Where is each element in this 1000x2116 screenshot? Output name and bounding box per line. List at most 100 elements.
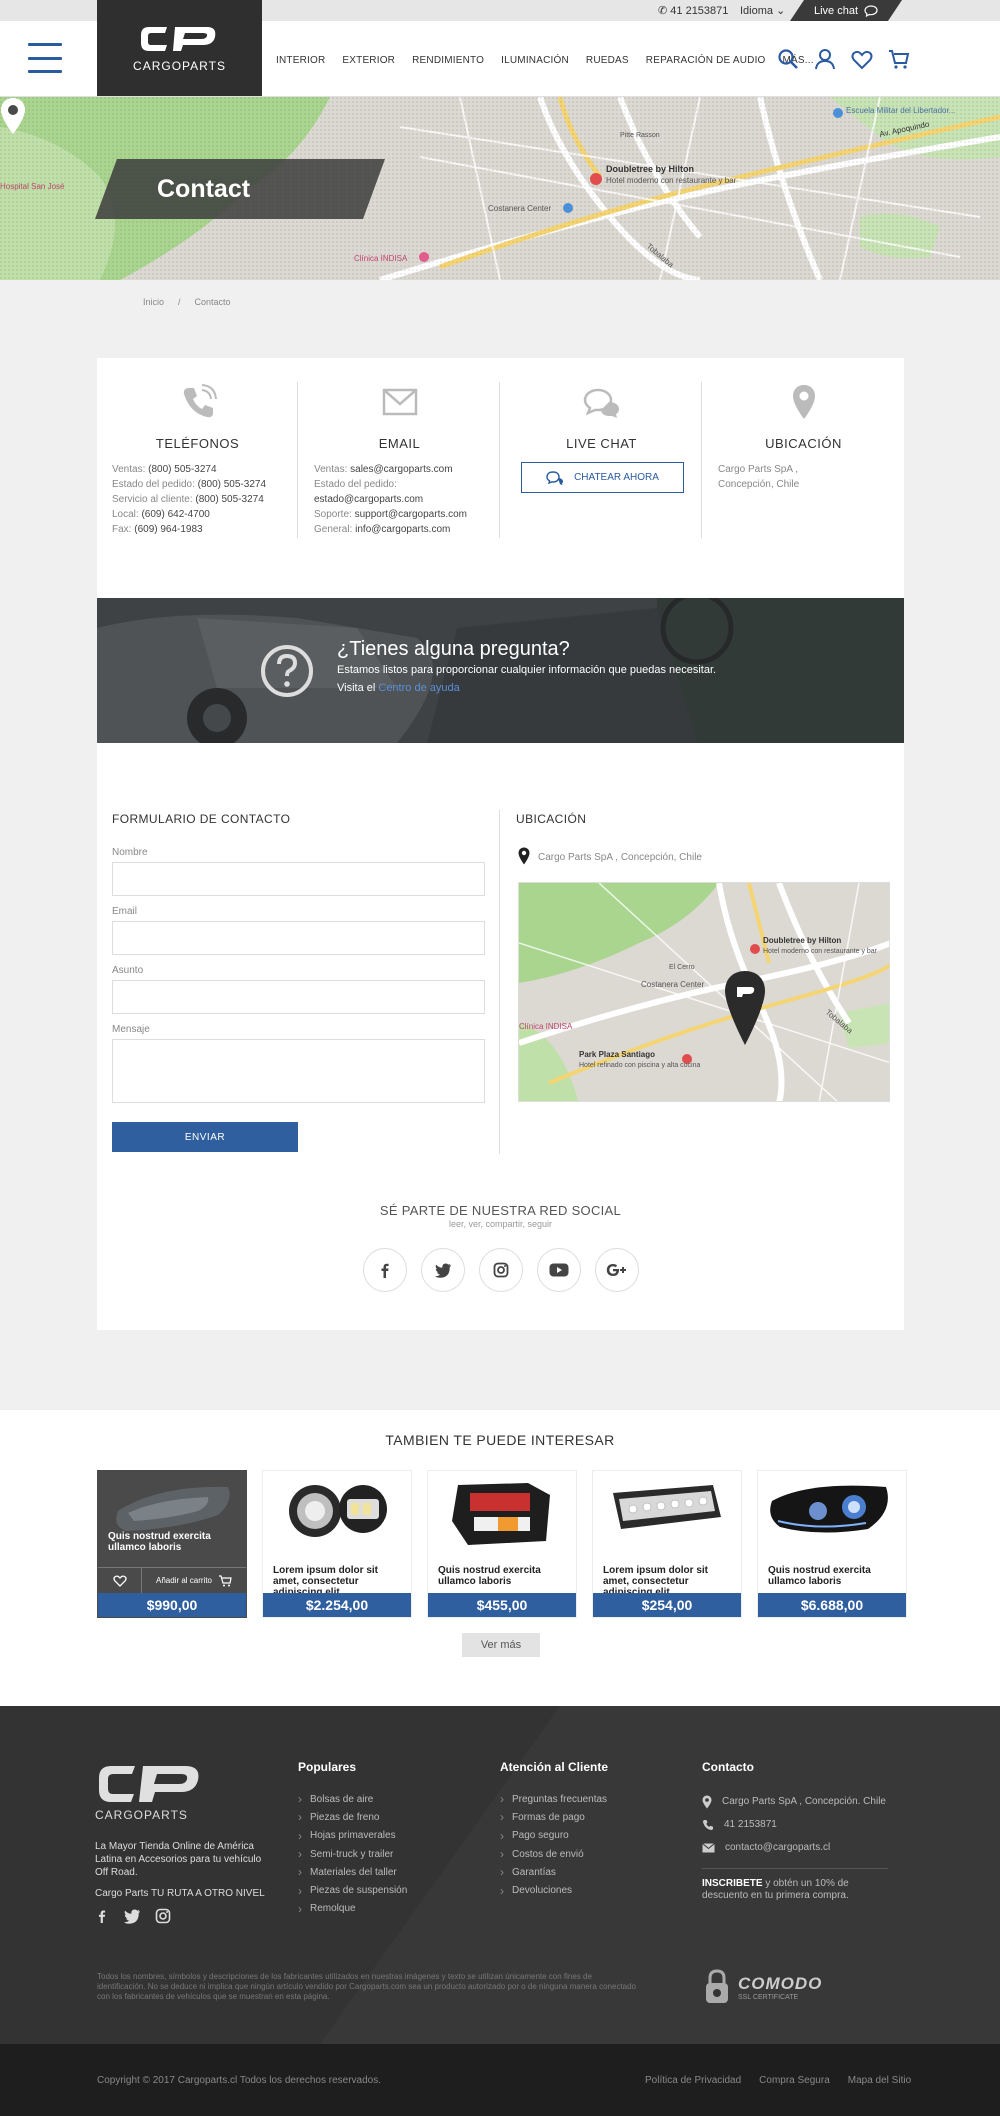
product-name: Quis nostrud exercita ullamco laboris — [108, 1531, 211, 1553]
breadcrumb-home[interactable]: Inicio — [143, 297, 164, 307]
legal-disclaimer: Todos los nombres, símbolos y descripcio… — [97, 1972, 637, 2001]
map-pin-icon — [702, 1795, 712, 1808]
footer-link[interactable]: Preguntas frecuentas — [500, 1790, 607, 1808]
menu-icon[interactable] — [28, 43, 62, 73]
google-plus-icon[interactable] — [595, 1248, 639, 1292]
footer-logo-text: CARGOPARTS — [95, 1808, 188, 1822]
name-input[interactable] — [112, 862, 485, 896]
ssl-badge: COMODO SSL CERTIFICATE — [702, 1968, 822, 2006]
secure-purchase-link[interactable]: Compra Segura — [759, 2075, 830, 2086]
footer-separator — [702, 1868, 888, 1869]
subscribe-text[interactable]: INSCRIBETE y obtén un 10% de descuento e… — [702, 1878, 892, 1902]
footer-phone[interactable]: 41 2153871 — [702, 1813, 886, 1836]
user-icon[interactable] — [813, 47, 837, 71]
hero-map-label-escuela: Escuela Militar del Libertador... — [846, 106, 955, 115]
social-title: SÉ PARTE DE NUESTRA RED SOCIAL — [379, 1203, 622, 1218]
customer-service-title: Atención al Cliente — [500, 1760, 609, 1774]
phones-title: TELÉFONOS — [155, 436, 240, 451]
copyright: Copyright © 2017 Cargoparts.cl Todos los… — [97, 2075, 381, 2086]
map-label-hotel-desc: Hotel moderno con restaurante y bar — [763, 948, 878, 955]
youtube-icon[interactable] — [537, 1248, 581, 1292]
location-map[interactable]: Doubletree by Hilton Hotel moderno con r… — [518, 882, 890, 1102]
help-banner: ¿Tienes alguna pregunta? Estamos listos … — [97, 598, 904, 743]
facebook-icon[interactable] — [363, 1248, 407, 1292]
nav-item-interior[interactable]: INTERIOR — [276, 55, 325, 66]
map-pin-icon — [792, 385, 815, 419]
contact-methods: TELÉFONOS Ventas: (800) 505-3274 Estado … — [97, 382, 904, 542]
social-links — [363, 1248, 639, 1292]
nav-item-audio[interactable]: REPARACIÓN DE AUDIO — [646, 55, 766, 66]
nav-item-ruedas[interactable]: RUEDAS — [586, 55, 629, 66]
email-input[interactable] — [112, 921, 485, 955]
heart-icon[interactable] — [98, 1567, 142, 1594]
twitter-icon[interactable] — [421, 1248, 465, 1292]
product-name: Quis nostrud exercita ullamco laboris — [438, 1565, 541, 1587]
product-card[interactable]: Lorem ipsum dolor sit amet, consectetur … — [592, 1470, 742, 1618]
map-label-indisa: Clínica INDISA — [519, 1022, 573, 1031]
product-card[interactable]: Lorem ipsum dolor sit amet, consectetur … — [262, 1470, 412, 1618]
product-image-projector-headlight — [770, 1485, 888, 1533]
product-card[interactable]: Quis nostrud exercita ullamco laboris $6… — [757, 1470, 907, 1618]
heart-icon[interactable] — [850, 47, 874, 71]
help-visit: Visita el Centro de ayuda — [337, 682, 460, 694]
footer-email[interactable]: contacto@cargoparts.cl — [702, 1836, 886, 1859]
map-label-park-plaza: Park Plaza Santiago — [579, 1050, 655, 1059]
live-chat-column: LIVE CHAT CHATEAR AHORA — [501, 382, 702, 538]
footer-link[interactable]: Semi-truck y trailer — [298, 1845, 407, 1863]
footer-link[interactable]: Piezas de freno — [298, 1808, 407, 1826]
map-label-el-cerro: El Cerro — [669, 964, 695, 971]
product-price: $990,00 — [98, 1593, 246, 1617]
message-textarea[interactable] — [112, 1039, 485, 1103]
legal-links: Política de Privacidad Compra Segura Map… — [645, 2075, 911, 2086]
envelope-icon — [702, 1842, 715, 1852]
subject-input[interactable] — [112, 980, 485, 1014]
search-icon[interactable] — [776, 47, 800, 71]
logo[interactable]: CARGOPARTS — [97, 0, 262, 96]
product-price: $254,00 — [593, 1593, 741, 1617]
email-line: Soporte: support@cargoparts.com — [314, 509, 468, 520]
message-label: Mensaje — [112, 1024, 150, 1035]
chat-now-button[interactable]: CHATEAR AHORA — [521, 462, 684, 493]
footer-link[interactable]: Materiales del taller — [298, 1863, 407, 1881]
phone-line: Fax: (609) 964-1983 — [112, 524, 203, 535]
footer-link[interactable]: Formas de pago — [500, 1808, 607, 1826]
question-circle-icon — [261, 645, 313, 697]
product-price: $6.688,00 — [758, 1593, 906, 1617]
footer-link[interactable]: Devoluciones — [500, 1881, 607, 1899]
footer-link[interactable]: Remolque — [298, 1900, 407, 1918]
instagram-icon[interactable] — [479, 1248, 523, 1292]
language-selector[interactable]: Idioma ⌄ — [740, 4, 785, 17]
email-label: Email — [112, 906, 138, 917]
facebook-icon[interactable] — [95, 1908, 109, 1924]
privacy-link[interactable]: Política de Privacidad — [645, 2075, 741, 2086]
nav-item-iluminacion[interactable]: ILUMINACIÓN — [501, 55, 569, 66]
nav-item-rendimiento[interactable]: RENDIMIENTO — [412, 55, 484, 66]
footer-link[interactable]: Hojas primaverales — [298, 1827, 407, 1845]
footer-link[interactable]: Piezas de suspensión — [298, 1881, 407, 1899]
footer-link[interactable]: Bolsas de aire — [298, 1790, 407, 1808]
phone-icon — [183, 384, 217, 418]
instagram-icon[interactable] — [155, 1908, 171, 1924]
footer-logo[interactable] — [95, 1762, 205, 1808]
topbar-phone[interactable]: ✆ 41 2153871 — [658, 4, 728, 17]
padlock-icon — [706, 1969, 728, 2003]
send-button[interactable]: ENVIAR — [112, 1122, 298, 1152]
ssl-brand: COMODO — [738, 1973, 823, 1993]
footer-link[interactable]: Garantías — [500, 1863, 607, 1881]
location-pin-icon — [1, 98, 25, 134]
twitter-icon[interactable] — [123, 1908, 141, 1924]
footer-link[interactable]: Costos de envió — [500, 1845, 607, 1863]
breadcrumb-separator: / — [178, 297, 181, 307]
product-card[interactable]: Quis nostrud exercita ullamco laboris $4… — [427, 1470, 577, 1618]
footer-link[interactable]: Pago seguro — [500, 1827, 607, 1845]
popular-list: Bolsas de aire Piezas de freno Hojas pri… — [298, 1790, 407, 1918]
product-card[interactable]: Quis nostrud exercita ullamco laboris Añ… — [97, 1470, 247, 1618]
live-chat-button[interactable]: Live chat — [790, 0, 902, 21]
nav-item-exterior[interactable]: EXTERIOR — [342, 55, 395, 66]
see-more-button[interactable]: Ver más — [462, 1633, 540, 1657]
cart-icon[interactable] — [887, 47, 911, 71]
sitemap-link[interactable]: Mapa del Sitio — [848, 2075, 911, 2086]
help-center-link[interactable]: Centro de ayuda — [378, 682, 459, 694]
phone-icon: ✆ — [658, 5, 671, 17]
add-to-cart-button[interactable]: Añadir al carrito — [142, 1574, 246, 1587]
